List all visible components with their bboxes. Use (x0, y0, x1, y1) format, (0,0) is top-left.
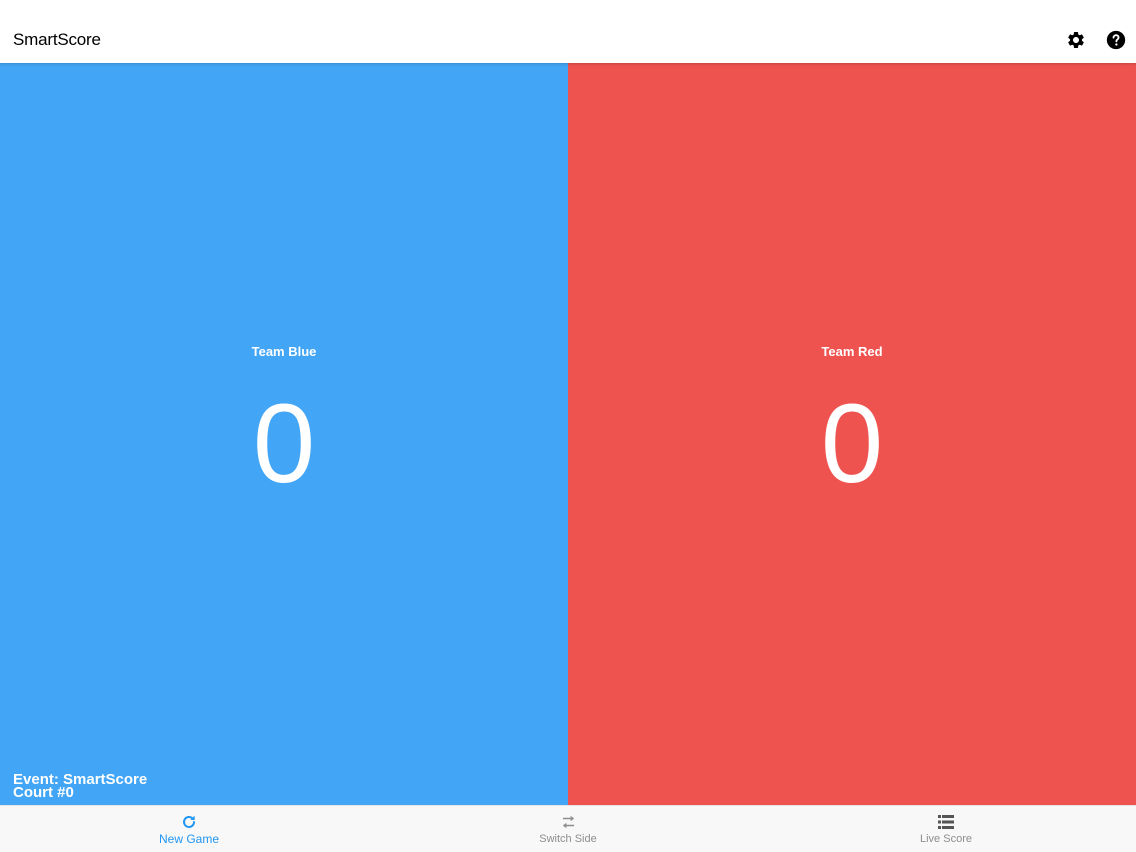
tab-switch-side-label: Switch Side (539, 833, 597, 845)
tab-new-game-label: New Game (158, 832, 220, 846)
tab-switch-side[interactable]: Switch Side (468, 806, 668, 852)
tab-new-game[interactable]: New Game (89, 806, 289, 852)
team-red-score[interactable]: 0 (568, 388, 1136, 500)
settings-button[interactable] (1065, 29, 1087, 51)
team-blue-name: Team Blue (251, 344, 317, 359)
team-blue-panel[interactable]: Team Blue 0 Event: SmartScore Court #0 (0, 63, 568, 805)
help-circle-icon (1106, 30, 1126, 50)
tab-live-score-label: Live Score (920, 833, 972, 845)
refresh-icon (181, 814, 197, 830)
app-header: SmartScore (0, 0, 1136, 63)
swap-arrows-icon (560, 814, 577, 830)
smartscore-app: SmartScore Team Blue 0 Event: SmartScore… (0, 0, 1136, 852)
team-red-panel[interactable]: Team Red 0 (568, 63, 1136, 805)
event-info: Event: SmartScore Court #0 (13, 772, 147, 800)
team-blue-score[interactable]: 0 (0, 388, 568, 500)
app-title: SmartScore (13, 30, 101, 49)
tab-live-score[interactable]: Live Score (846, 806, 1046, 852)
list-icon (938, 814, 954, 830)
gear-icon (1068, 31, 1084, 48)
team-red-name: Team Red (821, 344, 883, 359)
help-button[interactable] (1105, 29, 1127, 51)
bottom-tab-bar: New Game Switch Side Live Score (0, 805, 1136, 852)
